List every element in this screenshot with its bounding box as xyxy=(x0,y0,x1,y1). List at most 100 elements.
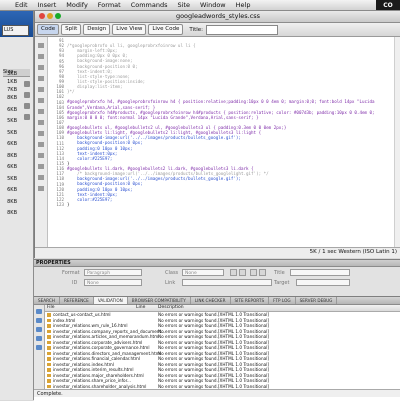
more-info-icon[interactable] xyxy=(36,327,42,332)
live-view-button[interactable]: Live View xyxy=(112,24,147,35)
save-report-icon[interactable] xyxy=(36,336,42,341)
file-size: 3KB xyxy=(7,71,17,77)
expand-icon[interactable] xyxy=(38,65,44,70)
document-toolbar: Code Split Design Live View Live Code Ti… xyxy=(35,23,400,37)
file-icon xyxy=(47,379,51,383)
unordered-list-button[interactable] xyxy=(250,269,257,276)
menu-item-commands[interactable]: Commands xyxy=(126,1,173,9)
title-prop-input[interactable] xyxy=(290,269,350,276)
results-tab-server-debug[interactable]: SERVER DEBUG xyxy=(296,297,338,304)
file-icon xyxy=(47,324,51,328)
stop-icon[interactable] xyxy=(36,318,42,323)
indent-icon[interactable] xyxy=(38,164,44,169)
class-label: Class xyxy=(165,270,179,276)
file-size: 8KB xyxy=(7,152,17,159)
format-label: Format xyxy=(62,270,80,276)
file-size: 8KB xyxy=(7,210,17,216)
file-icon xyxy=(47,340,51,344)
target-select[interactable] xyxy=(296,279,350,286)
class-select[interactable]: None xyxy=(182,269,224,276)
site-selector[interactable]: LUS xyxy=(2,25,29,36)
file-size: 6KB xyxy=(7,164,17,170)
results-tab-site-reports[interactable]: SITE REPORTS xyxy=(231,297,270,304)
menu-item-insert[interactable]: Insert xyxy=(33,1,62,9)
comment-icon[interactable] xyxy=(38,142,44,147)
line-column-header[interactable]: Line xyxy=(136,305,145,311)
file-icon xyxy=(47,368,51,372)
coding-toolbar xyxy=(35,37,48,255)
browse-report-icon[interactable] xyxy=(36,345,42,350)
file-icon xyxy=(47,384,51,388)
highlight-invalid-icon[interactable] xyxy=(38,109,44,114)
document-status-bar: 5K / 1 sec Western (ISO Latin 1) xyxy=(35,247,400,258)
line-number: 123 xyxy=(56,202,64,207)
format-source-icon[interactable] xyxy=(38,186,44,191)
outdent-icon[interactable] xyxy=(38,175,44,180)
results-panel: SEARCH REFERENCE VALIDATION BROWSER COMPATI… xyxy=(34,296,400,401)
file-size: 8KB xyxy=(7,198,17,205)
italic-button[interactable] xyxy=(239,269,246,276)
uncomment-icon[interactable] xyxy=(38,153,44,158)
menu-bar: Edit Insert Modify Format Commands Site Window… xyxy=(0,0,400,11)
menu-item-format[interactable]: Format xyxy=(93,1,126,9)
menu-item-site[interactable]: Site xyxy=(173,1,195,9)
file-column-header[interactable]: File xyxy=(47,305,55,311)
balance-braces-icon[interactable] xyxy=(38,87,44,92)
format-select[interactable]: Paragraph xyxy=(84,269,142,276)
id-select[interactable]: None xyxy=(84,279,142,286)
results-tools xyxy=(34,305,45,389)
file-icon xyxy=(47,351,51,355)
menu-item-help[interactable]: Help xyxy=(231,1,256,9)
file-icon xyxy=(47,318,51,322)
bold-button[interactable] xyxy=(230,269,237,276)
word-wrap-icon[interactable] xyxy=(38,131,44,136)
tool-icon[interactable] xyxy=(24,92,30,98)
file-icon xyxy=(47,329,51,333)
code-line: } xyxy=(67,201,70,207)
file-icon xyxy=(47,373,51,377)
code-view-button[interactable]: Code xyxy=(37,24,60,35)
tool-icon[interactable] xyxy=(24,81,30,87)
results-tab-search[interactable]: SEARCH xyxy=(34,297,60,304)
validate-icon[interactable] xyxy=(36,309,42,314)
results-tab-link-checker[interactable]: LINK CHECKER xyxy=(191,297,231,304)
results-tab-ftp-log[interactable]: FTP LOG xyxy=(269,297,296,304)
file-icon xyxy=(47,357,51,361)
results-tabs: SEARCH REFERENCE VALIDATION BROWSER COMPATI… xyxy=(34,297,400,305)
code-editor[interactable]: /*googleprobrxfo ul li, googleprobrxfoin… xyxy=(67,38,400,207)
results-tab-validation[interactable]: VALIDATION xyxy=(93,297,128,304)
open-documents-icon[interactable] xyxy=(38,43,44,48)
ordered-list-button[interactable] xyxy=(259,269,266,276)
file-size: 5KB xyxy=(7,175,17,182)
app-logo: CO xyxy=(376,0,400,10)
results-tab-reference[interactable]: REFERENCE xyxy=(60,297,94,304)
collapse-icon[interactable] xyxy=(38,54,44,59)
title-prop-label: Title xyxy=(274,270,285,276)
live-code-button[interactable]: Live Code xyxy=(148,24,184,35)
editor-scrollbar[interactable] xyxy=(394,37,400,255)
document-title: googleadwords_styles.css xyxy=(175,12,261,20)
document-titlebar: googleadwords_styles.css xyxy=(35,11,400,23)
design-view-button[interactable]: Design xyxy=(83,24,111,35)
select-parent-icon[interactable] xyxy=(38,76,44,81)
tool-icon[interactable] xyxy=(24,114,30,120)
syntax-coloring-icon[interactable] xyxy=(38,120,44,125)
line-numbers-icon[interactable] xyxy=(38,98,44,103)
file-size: 5KB xyxy=(7,129,17,136)
menu-item-edit[interactable]: Edit xyxy=(10,1,33,9)
code-line: #googleprobrxfo h4, #googleprobrxfoinrow… xyxy=(67,99,375,105)
menu-item-window[interactable]: Window xyxy=(195,1,231,9)
panel-tools xyxy=(24,81,32,125)
properties-title[interactable]: PROPERTIES xyxy=(34,260,400,267)
tool-icon[interactable] xyxy=(24,103,30,109)
description-column-header[interactable]: Description xyxy=(158,305,184,311)
title-label: Title: xyxy=(189,26,204,33)
title-input[interactable] xyxy=(206,24,279,35)
file-size-encoding: 5K / 1 sec Western (ISO Latin 1) xyxy=(309,249,397,255)
results-tab-browser-compatibility[interactable]: BROWSER COMPATIBILITY xyxy=(128,297,191,304)
split-view-button[interactable]: Split xyxy=(61,24,82,35)
link-input[interactable] xyxy=(182,279,272,286)
file-icon xyxy=(47,313,51,317)
menu-item-modify[interactable]: Modify xyxy=(61,1,93,9)
results-status: Complete. xyxy=(34,389,400,397)
